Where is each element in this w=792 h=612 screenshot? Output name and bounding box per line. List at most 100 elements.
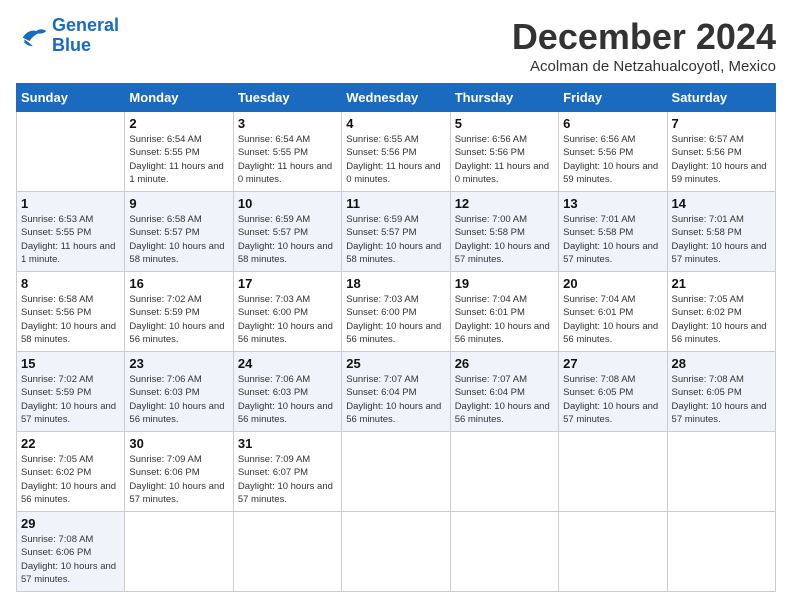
table-cell: 6 Sunrise: 6:56 AM Sunset: 5:56 PM Dayli…	[559, 112, 667, 192]
table-cell: 17 Sunrise: 7:03 AM Sunset: 6:00 PM Dayl…	[233, 272, 341, 352]
day-info: Sunrise: 7:03 AM Sunset: 6:00 PM Dayligh…	[346, 293, 445, 346]
table-cell	[559, 432, 667, 512]
col-wednesday: Wednesday	[342, 84, 450, 112]
table-cell: 15 Sunrise: 7:02 AM Sunset: 5:59 PM Dayl…	[17, 352, 125, 432]
day-number: 13	[563, 196, 662, 211]
table-cell: 19 Sunrise: 7:04 AM Sunset: 6:01 PM Dayl…	[450, 272, 558, 352]
day-info: Sunrise: 6:58 AM Sunset: 5:56 PM Dayligh…	[21, 293, 120, 346]
calendar-row: 2 Sunrise: 6:54 AM Sunset: 5:55 PM Dayli…	[17, 112, 776, 192]
table-cell: 24 Sunrise: 7:06 AM Sunset: 6:03 PM Dayl…	[233, 352, 341, 432]
table-cell: 7 Sunrise: 6:57 AM Sunset: 5:56 PM Dayli…	[667, 112, 775, 192]
table-cell: 30 Sunrise: 7:09 AM Sunset: 6:06 PM Dayl…	[125, 432, 233, 512]
table-cell: 21 Sunrise: 7:05 AM Sunset: 6:02 PM Dayl…	[667, 272, 775, 352]
day-info: Sunrise: 6:55 AM Sunset: 5:56 PM Dayligh…	[346, 133, 445, 186]
table-cell: 9 Sunrise: 6:58 AM Sunset: 5:57 PM Dayli…	[125, 192, 233, 272]
day-number: 12	[455, 196, 554, 211]
day-info: Sunrise: 6:57 AM Sunset: 5:56 PM Dayligh…	[672, 133, 771, 186]
table-cell	[559, 512, 667, 592]
table-cell	[667, 512, 775, 592]
logo-line1: General	[52, 15, 119, 35]
table-cell: 10 Sunrise: 6:59 AM Sunset: 5:57 PM Dayl…	[233, 192, 341, 272]
day-info: Sunrise: 7:09 AM Sunset: 6:06 PM Dayligh…	[129, 453, 228, 506]
col-tuesday: Tuesday	[233, 84, 341, 112]
day-number: 19	[455, 276, 554, 291]
day-info: Sunrise: 6:59 AM Sunset: 5:57 PM Dayligh…	[346, 213, 445, 266]
day-number: 4	[346, 116, 445, 131]
day-info: Sunrise: 6:59 AM Sunset: 5:57 PM Dayligh…	[238, 213, 337, 266]
table-cell	[450, 432, 558, 512]
day-number: 24	[238, 356, 337, 371]
table-cell: 18 Sunrise: 7:03 AM Sunset: 6:00 PM Dayl…	[342, 272, 450, 352]
table-cell: 25 Sunrise: 7:07 AM Sunset: 6:04 PM Dayl…	[342, 352, 450, 432]
day-number: 26	[455, 356, 554, 371]
table-cell	[17, 112, 125, 192]
day-info: Sunrise: 7:09 AM Sunset: 6:07 PM Dayligh…	[238, 453, 337, 506]
day-number: 20	[563, 276, 662, 291]
day-info: Sunrise: 7:00 AM Sunset: 5:58 PM Dayligh…	[455, 213, 554, 266]
day-info: Sunrise: 7:06 AM Sunset: 6:03 PM Dayligh…	[129, 373, 228, 426]
table-cell: 28 Sunrise: 7:08 AM Sunset: 6:05 PM Dayl…	[667, 352, 775, 432]
calendar-row: 1 Sunrise: 6:53 AM Sunset: 5:55 PM Dayli…	[17, 192, 776, 272]
day-info: Sunrise: 7:03 AM Sunset: 6:00 PM Dayligh…	[238, 293, 337, 346]
title-area: December 2024 Acolman de Netzahualcoyotl…	[512, 16, 776, 75]
col-monday: Monday	[125, 84, 233, 112]
day-info: Sunrise: 7:02 AM Sunset: 5:59 PM Dayligh…	[129, 293, 228, 346]
col-saturday: Saturday	[667, 84, 775, 112]
table-cell	[125, 512, 233, 592]
day-info: Sunrise: 7:02 AM Sunset: 5:59 PM Dayligh…	[21, 373, 120, 426]
day-number: 29	[21, 516, 120, 531]
table-cell: 1 Sunrise: 6:53 AM Sunset: 5:55 PM Dayli…	[17, 192, 125, 272]
day-number: 6	[563, 116, 662, 131]
calendar-row: 15 Sunrise: 7:02 AM Sunset: 5:59 PM Dayl…	[17, 352, 776, 432]
table-cell: 29 Sunrise: 7:08 AM Sunset: 6:06 PM Dayl…	[17, 512, 125, 592]
table-cell: 16 Sunrise: 7:02 AM Sunset: 5:59 PM Dayl…	[125, 272, 233, 352]
day-number: 16	[129, 276, 228, 291]
day-info: Sunrise: 7:05 AM Sunset: 6:02 PM Dayligh…	[672, 293, 771, 346]
day-number: 15	[21, 356, 120, 371]
col-friday: Friday	[559, 84, 667, 112]
page-header: General Blue December 2024 Acolman de Ne…	[16, 16, 776, 75]
day-info: Sunrise: 6:56 AM Sunset: 5:56 PM Dayligh…	[563, 133, 662, 186]
table-cell: 31 Sunrise: 7:09 AM Sunset: 6:07 PM Dayl…	[233, 432, 341, 512]
day-number: 18	[346, 276, 445, 291]
day-info: Sunrise: 6:56 AM Sunset: 5:56 PM Dayligh…	[455, 133, 554, 186]
day-info: Sunrise: 6:53 AM Sunset: 5:55 PM Dayligh…	[21, 213, 120, 266]
day-info: Sunrise: 6:58 AM Sunset: 5:57 PM Dayligh…	[129, 213, 228, 266]
day-info: Sunrise: 7:08 AM Sunset: 6:05 PM Dayligh…	[672, 373, 771, 426]
day-number: 17	[238, 276, 337, 291]
day-info: Sunrise: 7:07 AM Sunset: 6:04 PM Dayligh…	[346, 373, 445, 426]
day-number: 10	[238, 196, 337, 211]
calendar-table: Sunday Monday Tuesday Wednesday Thursday…	[16, 83, 776, 592]
day-number: 5	[455, 116, 554, 131]
calendar-row: 8 Sunrise: 6:58 AM Sunset: 5:56 PM Dayli…	[17, 272, 776, 352]
day-info: Sunrise: 7:05 AM Sunset: 6:02 PM Dayligh…	[21, 453, 120, 506]
logo-icon	[16, 22, 48, 50]
table-cell: 4 Sunrise: 6:55 AM Sunset: 5:56 PM Dayli…	[342, 112, 450, 192]
table-cell: 13 Sunrise: 7:01 AM Sunset: 5:58 PM Dayl…	[559, 192, 667, 272]
day-number: 27	[563, 356, 662, 371]
table-cell	[450, 512, 558, 592]
table-cell: 27 Sunrise: 7:08 AM Sunset: 6:05 PM Dayl…	[559, 352, 667, 432]
table-cell: 12 Sunrise: 7:00 AM Sunset: 5:58 PM Dayl…	[450, 192, 558, 272]
calendar-title: December 2024	[512, 16, 776, 58]
col-sunday: Sunday	[17, 84, 125, 112]
table-cell: 8 Sunrise: 6:58 AM Sunset: 5:56 PM Dayli…	[17, 272, 125, 352]
day-number: 1	[21, 196, 120, 211]
calendar-subtitle: Acolman de Netzahualcoyotl, Mexico	[512, 58, 776, 75]
day-number: 30	[129, 436, 228, 451]
day-number: 8	[21, 276, 120, 291]
table-cell: 20 Sunrise: 7:04 AM Sunset: 6:01 PM Dayl…	[559, 272, 667, 352]
day-number: 11	[346, 196, 445, 211]
day-info: Sunrise: 7:06 AM Sunset: 6:03 PM Dayligh…	[238, 373, 337, 426]
day-number: 7	[672, 116, 771, 131]
table-cell	[342, 432, 450, 512]
day-number: 3	[238, 116, 337, 131]
day-number: 9	[129, 196, 228, 211]
table-cell	[342, 512, 450, 592]
day-number: 14	[672, 196, 771, 211]
day-info: Sunrise: 7:01 AM Sunset: 5:58 PM Dayligh…	[563, 213, 662, 266]
table-cell	[233, 512, 341, 592]
day-number: 21	[672, 276, 771, 291]
day-info: Sunrise: 7:04 AM Sunset: 6:01 PM Dayligh…	[563, 293, 662, 346]
table-cell: 22 Sunrise: 7:05 AM Sunset: 6:02 PM Dayl…	[17, 432, 125, 512]
